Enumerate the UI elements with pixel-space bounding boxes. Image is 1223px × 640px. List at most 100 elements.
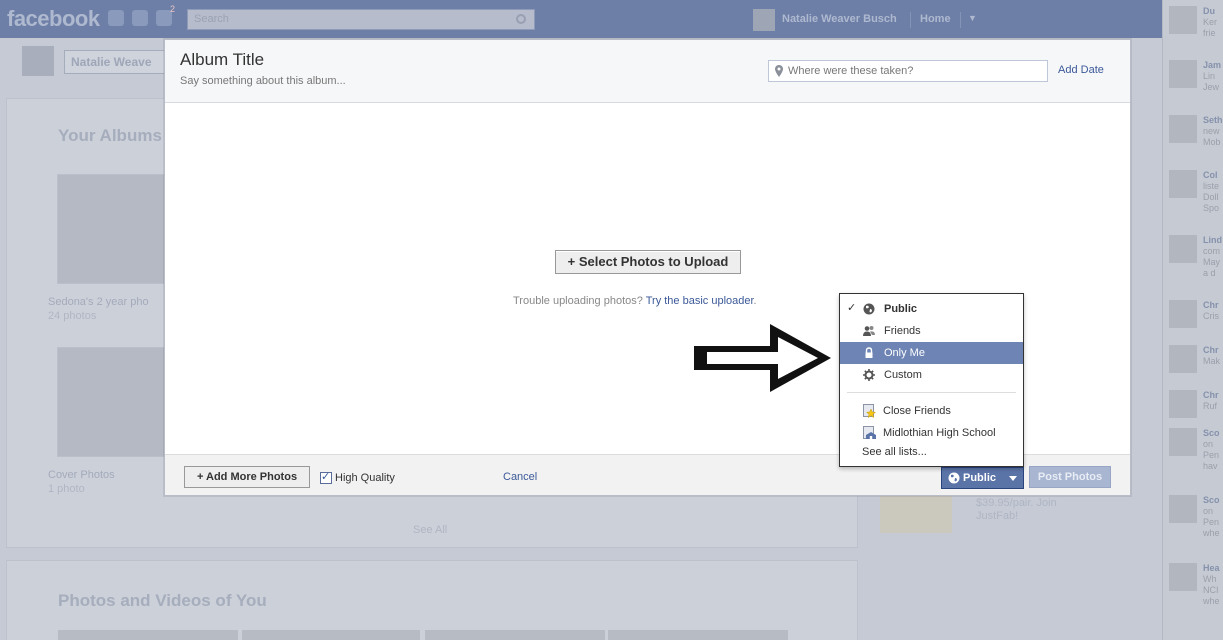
ticker-avatar[interactable] [1169,6,1197,34]
ticker-avatar[interactable] [1169,345,1197,373]
ticker-item[interactable]: Du Ker frie [1169,6,1223,46]
ticker-text: Chr Cris [1203,300,1223,322]
ticker-name[interactable]: Chr [1203,390,1219,400]
ticker-text: Chr Ruf [1203,390,1223,412]
star-list-icon [863,404,877,418]
ticker-item[interactable]: Chr Cris [1169,300,1223,340]
ticker-text: Jam Lin Jew [1203,60,1223,93]
privacy-option-label: Custom [884,369,922,381]
see-all-link[interactable]: See All [413,524,447,536]
ticker-item[interactable]: Col liste Doll Spo [1169,170,1223,213]
ticker-name[interactable]: Lind [1203,235,1222,245]
ticker-line: Mob [1203,137,1221,147]
ticker-item[interactable]: Chr Ruf [1169,390,1223,430]
profile-thumbnail[interactable] [22,46,54,76]
ticker-avatar[interactable] [1169,390,1197,418]
add-more-photos-button[interactable]: + Add More Photos [184,466,310,488]
ticker-item[interactable]: Sco on Pen whe [1169,495,1223,538]
ticker-text: Sco on Pen whe [1203,495,1223,539]
basic-uploader-link[interactable]: Try the basic uploader [646,295,754,307]
privacy-option-only-me[interactable]: Only Me [840,342,1023,364]
ad-text[interactable]: $39.95/pair. Join JustFab! [976,497,1096,523]
friend-requests-icon[interactable] [108,10,124,26]
privacy-option-public[interactable]: ✓ Public [840,298,1023,320]
ticker-avatar[interactable] [1169,300,1197,328]
ticker-line: Wh [1203,574,1217,584]
messages-icon[interactable] [132,10,148,26]
search-placeholder: Search [194,13,229,25]
ticker-avatar[interactable] [1169,235,1197,263]
ticker-item[interactable]: Seth new Mob [1169,115,1223,155]
album-title-input[interactable]: Album Title [180,50,264,70]
privacy-list-midlothian-high-school[interactable]: Midlothian High School [840,422,1023,444]
cancel-button[interactable]: Cancel [503,471,537,483]
ticker-avatar[interactable] [1169,115,1197,143]
ticker-name[interactable]: Jam [1203,60,1221,70]
ticker-name[interactable]: Chr [1203,345,1219,355]
privacy-dropdown-menu: ✓ Public Friends Only Me Custom Close Fr… [839,293,1024,467]
ticker-item[interactable]: Lind com May a d [1169,235,1223,278]
album-description-input[interactable]: Say something about this album... [180,75,346,87]
ticker-name[interactable]: Col [1203,170,1218,180]
ticker-name[interactable]: Sco [1203,495,1220,505]
ticker-name[interactable]: Sco [1203,428,1220,438]
ticker-item[interactable]: Chr Mak [1169,345,1223,385]
ticker-item[interactable]: Sco on Pen hav [1169,428,1223,471]
ticker-name[interactable]: Chr [1203,300,1219,310]
facebook-logo[interactable]: facebook [7,6,100,32]
album-title[interactable]: Sedona's 2 year pho [48,296,149,308]
ticker-avatar[interactable] [1169,170,1197,198]
chevron-down-icon [1009,476,1017,481]
ticker-line: Spo [1203,203,1220,213]
user-avatar[interactable] [753,9,775,31]
album-thumbnail[interactable] [57,174,167,284]
privacy-option-custom[interactable]: Custom [840,364,1023,386]
privacy-option-friends[interactable]: Friends [840,320,1023,342]
search-icon[interactable] [516,14,526,24]
account-menu-chevron-icon[interactable]: ▼ [968,13,977,23]
see-all-lists-link[interactable]: See all lists... [862,446,927,458]
home-link[interactable]: Home [920,13,951,25]
album-photo-count: 24 photos [48,310,97,322]
top-navigation-bar: facebook 2 Search Natalie Weaver Busch H… [0,0,1162,38]
privacy-list-close-friends[interactable]: Close Friends [840,400,1023,422]
user-name-link[interactable]: Natalie Weaver Busch [782,13,897,25]
ticker-item[interactable]: Jam Lin Jew [1169,60,1223,100]
location-input[interactable]: Where were these taken? [768,60,1048,82]
privacy-selector-button[interactable]: Public [941,467,1024,489]
ticker-name[interactable]: Seth [1203,115,1223,125]
ticker-avatar[interactable] [1169,563,1197,591]
album-photo-count: 1 photo [48,483,85,495]
ticker-avatar[interactable] [1169,495,1197,523]
photos-of-you-heading: Photos and Videos of You [58,591,267,610]
ticker-name[interactable]: Hea [1203,563,1220,573]
annotation-arrow-icon [694,324,831,392]
ticker-line: Doll [1203,192,1219,202]
ticker-avatar[interactable] [1169,60,1197,88]
checkmark-icon: ✓ [847,301,857,314]
privacy-option-label: Public [884,303,918,315]
ticker-avatar[interactable] [1169,428,1197,456]
profile-name[interactable]: Natalie Weave [64,50,174,74]
ticker-text: Sco on Pen hav [1203,428,1223,472]
photo-thumbnail[interactable] [608,630,788,640]
album-thumbnail[interactable] [57,347,167,457]
add-date-link[interactable]: Add Date [1058,64,1104,76]
photo-thumbnail[interactable] [58,630,238,640]
post-photos-button[interactable]: Post Photos [1029,466,1111,488]
ticker-name[interactable]: Du [1203,6,1215,16]
high-quality-label[interactable]: High Quality [335,472,395,484]
high-quality-checkbox[interactable] [320,470,332,484]
location-pin-icon [775,65,783,77]
select-photos-button[interactable]: + Select Photos to Upload [555,250,741,274]
photo-thumbnail[interactable] [242,630,420,640]
search-input[interactable]: Search [187,9,535,30]
notification-jewels [108,10,178,30]
ticker-text: Hea Wh NCI whe [1203,563,1223,607]
ad-image[interactable] [880,495,952,533]
ticker-item[interactable]: Hea Wh NCI whe [1169,563,1223,606]
album-title[interactable]: Cover Photos [48,469,115,481]
school-list-icon [863,426,876,439]
ticker-text: Seth new Mob [1203,115,1223,148]
photo-thumbnail[interactable] [425,630,605,640]
